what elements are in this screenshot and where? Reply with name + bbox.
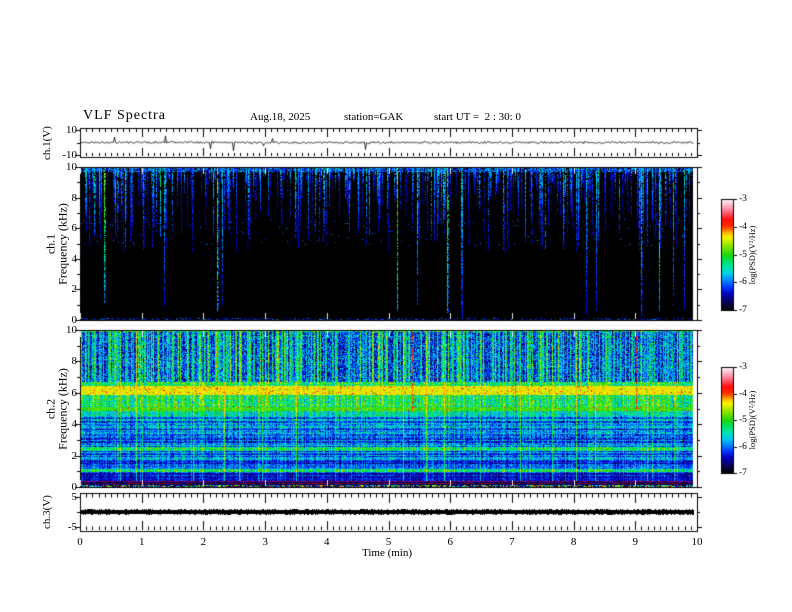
colorbar-tick-label: -4 bbox=[739, 388, 747, 399]
sp1-ytick: 0 bbox=[71, 314, 78, 326]
colorbar-tick-label: -5 bbox=[739, 415, 747, 425]
ch1-frequency-axis-label: Frequency (kHz) bbox=[55, 203, 70, 285]
figure-title: VLF Spectra bbox=[83, 108, 166, 123]
ch1v-ytick: 10 bbox=[66, 123, 77, 136]
x-tick-label: 0 bbox=[77, 536, 83, 548]
ch1-voltage-panel bbox=[80, 128, 697, 157]
x-tick-label: 8 bbox=[570, 536, 577, 548]
x-tick-label: 3 bbox=[262, 536, 268, 548]
x-tick-label: 9 bbox=[632, 536, 639, 548]
date-label: Aug.18, 2025 bbox=[250, 111, 311, 123]
sp1-ytick: 2 bbox=[71, 283, 78, 296]
sp2-ytick: 4 bbox=[71, 418, 78, 431]
ch1-spectrogram-panel bbox=[80, 167, 697, 320]
ch2-frequency-axis-label: Frequency (kHz) bbox=[55, 368, 70, 450]
start-ut-label: start UT = 2 : 30: 0 bbox=[434, 111, 521, 123]
sp2-ytick: 2 bbox=[71, 449, 78, 462]
time-axis-label: Time (min) bbox=[362, 547, 413, 559]
ch1v-ytick: -10 bbox=[62, 149, 77, 161]
vlf-spectra-figure: VLF Spectra Aug.18, 2025 station=GAK sta… bbox=[0, 0, 792, 612]
colorbar-ch1 bbox=[721, 199, 733, 310]
colorbar-tick-label: -7 bbox=[739, 468, 747, 478]
colorbar-tick-label: -3 bbox=[739, 362, 747, 372]
sp1-ytick: 10 bbox=[66, 161, 77, 173]
station-label: station=GAK bbox=[344, 111, 404, 123]
x-tick-label: 1 bbox=[138, 536, 145, 548]
sp1-ytick: 8 bbox=[71, 191, 78, 204]
x-tick-label: 6 bbox=[447, 536, 453, 548]
sp1-ytick: 4 bbox=[71, 252, 78, 265]
colorbar-tick-label: -7 bbox=[739, 305, 747, 315]
colorbar-tick-label: -4 bbox=[739, 221, 747, 232]
colorbar-tick-label: -3 bbox=[739, 194, 747, 204]
colorbar-tick-label: -6 bbox=[739, 441, 747, 452]
colorbar-tick-label: -5 bbox=[739, 249, 747, 260]
ch3v-ytick: 5 bbox=[71, 491, 78, 503]
x-tick-label: 2 bbox=[200, 536, 207, 548]
colorbar-ch2 bbox=[721, 367, 733, 473]
ch2-spectrogram-panel bbox=[80, 330, 697, 487]
x-tick-label: 5 bbox=[385, 536, 392, 548]
sp2-ytick: 8 bbox=[71, 355, 78, 368]
sp2-ytick: 6 bbox=[71, 386, 78, 399]
x-tick-label: 4 bbox=[324, 536, 330, 548]
colorbar-tick-label: -6 bbox=[739, 277, 747, 288]
x-tick-label: 7 bbox=[509, 536, 515, 548]
ch3-voltage-panel bbox=[80, 493, 697, 531]
x-tick-label: 10 bbox=[691, 536, 703, 548]
ch3v-ytick: -5 bbox=[67, 521, 77, 533]
sp1-ytick: 6 bbox=[71, 222, 78, 235]
